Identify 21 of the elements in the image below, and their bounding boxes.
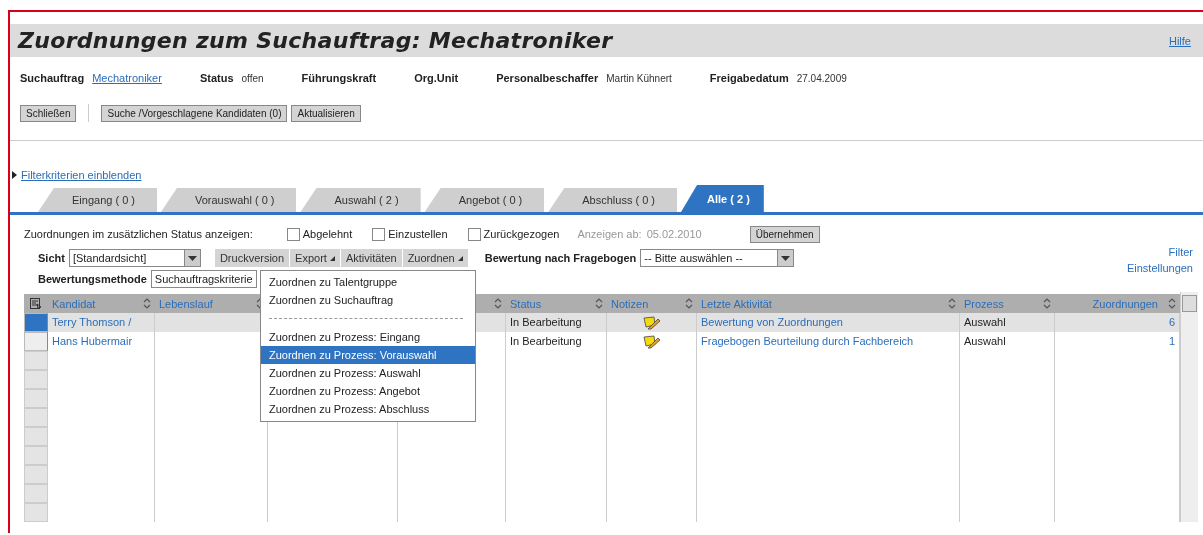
date-label: Anzeigen ab: xyxy=(577,228,642,240)
field-value: offen xyxy=(241,73,264,84)
page-title: Zuordnungen zum Suchauftrag: Mechatroniker xyxy=(18,28,613,53)
view-label: Sicht xyxy=(38,252,65,264)
field-label: Freigabedatum xyxy=(709,72,789,84)
field-label: Personalbeschaffer xyxy=(496,72,599,84)
checkbox-label: Abgelehnt xyxy=(302,228,353,240)
status-cell: In Bearbeitung xyxy=(506,313,607,332)
field-value: Martin Kühnert xyxy=(606,73,672,84)
method-label: Bewertungsmethode xyxy=(38,273,147,285)
field-label: Führungskraft xyxy=(301,72,377,84)
field-label: Org.Unit xyxy=(414,72,459,84)
questionnaire-label: Bewertung nach Fragebogen xyxy=(484,252,637,264)
field-value: 27.04.2009 xyxy=(796,73,847,84)
field-label: Suchauftrag xyxy=(20,72,85,84)
date-value: 05.02.2010 xyxy=(646,228,702,240)
field-label: Status xyxy=(199,72,234,84)
status-filter-label: Zuordnungen im zusätzlichen Status anzeigen: xyxy=(24,228,253,240)
process-cell: Auswahl xyxy=(960,313,1055,332)
checkbox-label: Zurückgezogen xyxy=(483,228,560,240)
checkbox-label: Einzustellen xyxy=(388,228,448,240)
